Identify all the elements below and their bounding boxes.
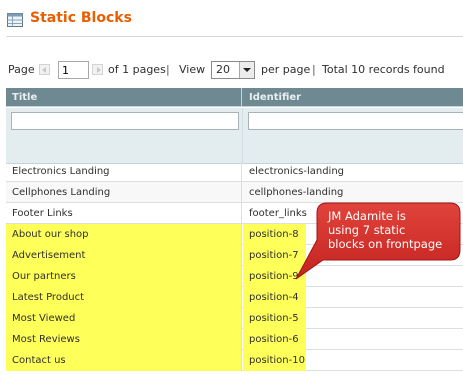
next-page-icon[interactable]: [92, 64, 103, 75]
chevron-down-icon[interactable]: [239, 62, 254, 78]
identifier-cell: footer_links: [249, 208, 307, 219]
title-cell: Latest Product: [6, 287, 242, 308]
table-row[interactable]: Electronics Landing electronics-landing: [6, 161, 463, 182]
pager-separator: |: [312, 63, 316, 76]
column-header-title[interactable]: Title: [6, 88, 242, 107]
table-row[interactable]: Our partners position-9: [6, 266, 463, 287]
identifier-cell: position-4: [243, 287, 306, 308]
title-cell: Most Reviews: [6, 329, 242, 350]
table-row[interactable]: Footer Links footer_links: [6, 203, 463, 224]
pager-separator: |: [166, 63, 170, 76]
page-label: Page: [8, 63, 35, 76]
table-row[interactable]: Advertisement position-7: [6, 245, 463, 266]
identifier-cell: position-7: [243, 245, 306, 266]
grid-icon: [7, 13, 23, 27]
per-page-label: per page: [261, 63, 311, 76]
previous-page-icon[interactable]: [39, 64, 50, 75]
identifier-cell: position-8: [243, 224, 306, 245]
page-title: Static Blocks: [30, 10, 132, 26]
table-row[interactable]: Latest Product position-4: [6, 287, 463, 308]
title-cell: Electronics Landing: [6, 161, 242, 182]
title-cell: Most Viewed: [6, 308, 242, 329]
pager: Page of 1 pages | View 20 per page | Tot…: [8, 59, 463, 81]
title-cell: Cellphones Landing: [6, 182, 242, 203]
page-header: Static Blocks: [0, 0, 463, 43]
title-cell: Our partners: [6, 266, 242, 287]
identifier-cell: position-6: [243, 329, 306, 350]
page-number-input[interactable]: [58, 61, 89, 79]
per-page-value: 20: [216, 63, 230, 76]
identifier-cell: cellphones-landing: [249, 187, 344, 198]
table-row[interactable]: Most Reviews position-6: [6, 329, 463, 350]
grid-header: Title Identifier: [6, 88, 463, 107]
per-page-select[interactable]: 20: [211, 61, 255, 79]
title-cell: Contact us: [6, 350, 242, 371]
identifier-filter-input[interactable]: [248, 112, 463, 130]
grid-filter-row: [6, 108, 463, 164]
title-cell: About our shop: [6, 224, 242, 245]
total-records-label: Total 10 records found: [322, 63, 445, 76]
grid-body: Electronics Landing electronics-landing C…: [6, 161, 463, 371]
column-header-identifier[interactable]: Identifier: [243, 88, 463, 107]
table-row[interactable]: Contact us position-10: [6, 350, 463, 371]
title-cell: Advertisement: [6, 245, 242, 266]
table-row[interactable]: Most Viewed position-5: [6, 308, 463, 329]
identifier-cell: position-5: [243, 308, 306, 329]
column-divider: [242, 108, 243, 164]
identifier-cell: position-10: [243, 350, 306, 371]
total-pages-label: of 1 pages: [108, 63, 166, 76]
title-cell: Footer Links: [6, 203, 242, 224]
header-divider: [6, 36, 463, 37]
table-row[interactable]: About our shop position-8: [6, 224, 463, 245]
identifier-cell: position-9: [243, 266, 306, 287]
identifier-cell: electronics-landing: [249, 166, 344, 177]
title-filter-input[interactable]: [11, 112, 239, 130]
view-label: View: [179, 63, 206, 76]
table-row[interactable]: Cellphones Landing cellphones-landing: [6, 182, 463, 203]
